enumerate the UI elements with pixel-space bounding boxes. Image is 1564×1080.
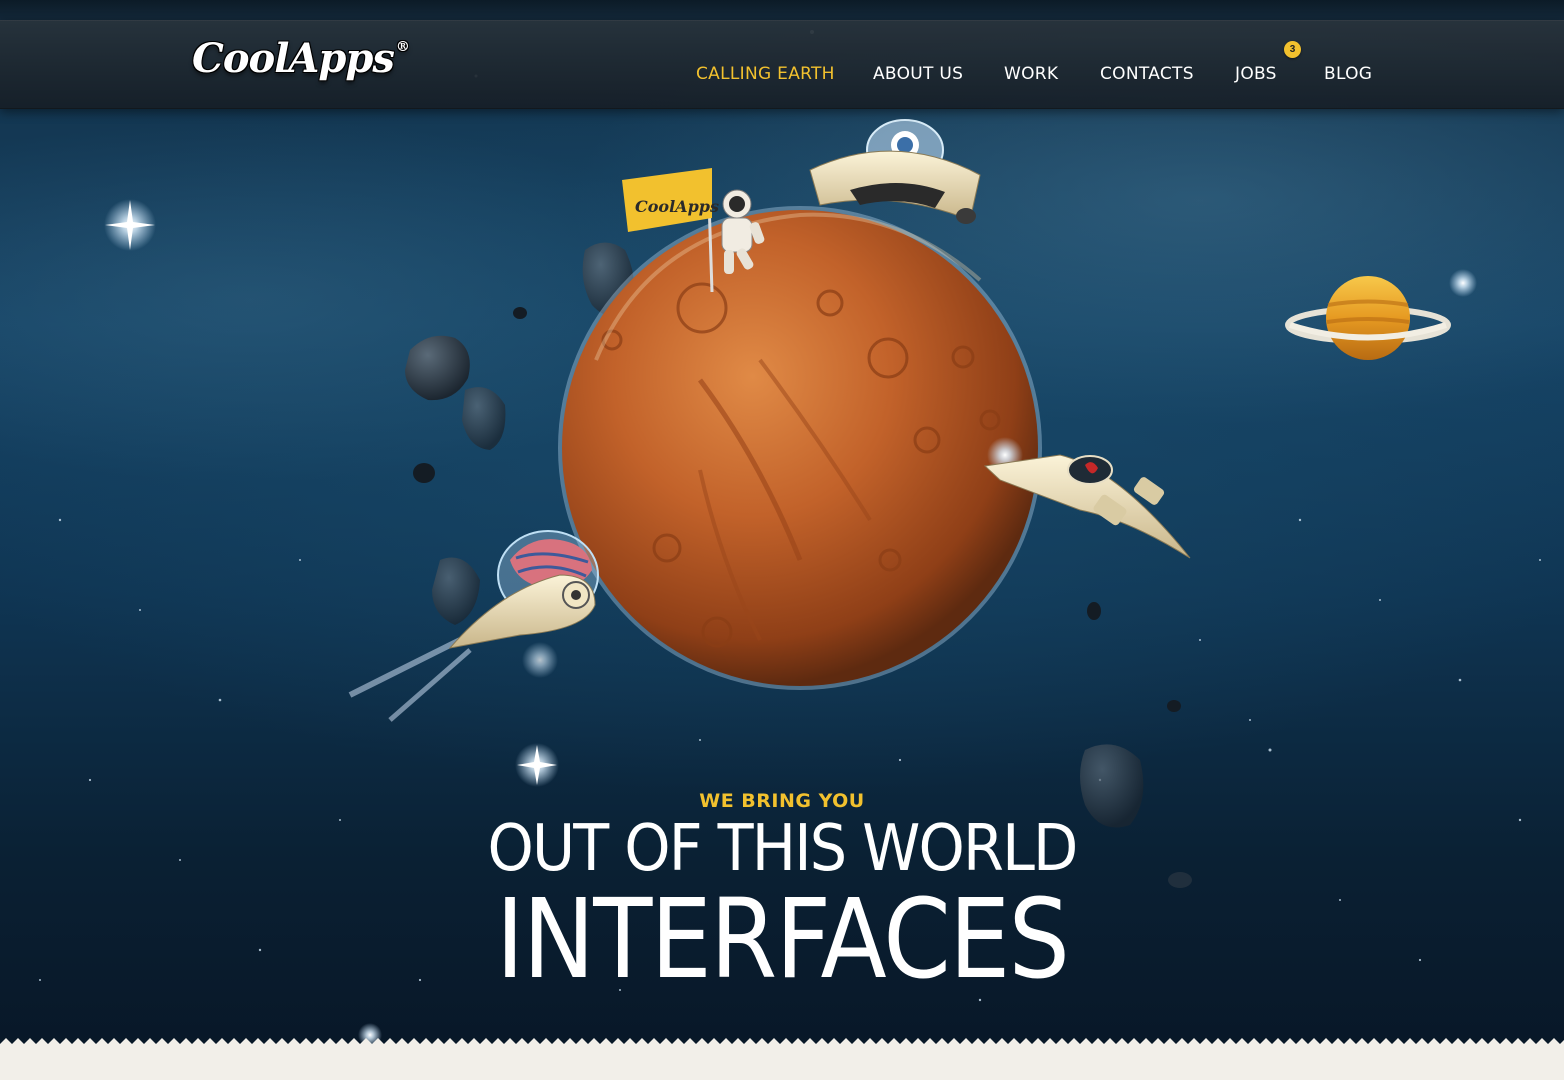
svg-text:CoolApps: CoolApps [635,197,719,216]
brain-ship-icon [348,530,599,722]
hero-tagline: WE BRING YOU [699,790,865,812]
nav-contacts[interactable]: CONTACTS [1100,64,1194,84]
hero-headline-line2: INTERFACES [495,875,1070,1003]
nav-work[interactable]: WORK [1004,64,1058,84]
logo[interactable]: CoolApps ® [192,35,410,95]
saturn-icon [1285,276,1451,360]
planet-icon [558,206,1042,690]
registered-mark: ® [395,39,410,55]
jobs-count-badge: 3 [1284,41,1301,58]
nav-jobs[interactable]: JOBS [1235,64,1277,84]
content-band [0,1046,1564,1080]
ufo-icon [809,119,981,224]
hero-scene: CoolApps CoolApps ® CALLING EARTH ABOUT … [0,0,1564,1080]
logo-text: CoolApps [192,35,395,82]
nav-calling-earth[interactable]: CALLING EARTH [696,64,835,84]
nav-about-us[interactable]: ABOUT US [873,64,963,84]
nav-blog[interactable]: BLOG [1324,64,1372,84]
